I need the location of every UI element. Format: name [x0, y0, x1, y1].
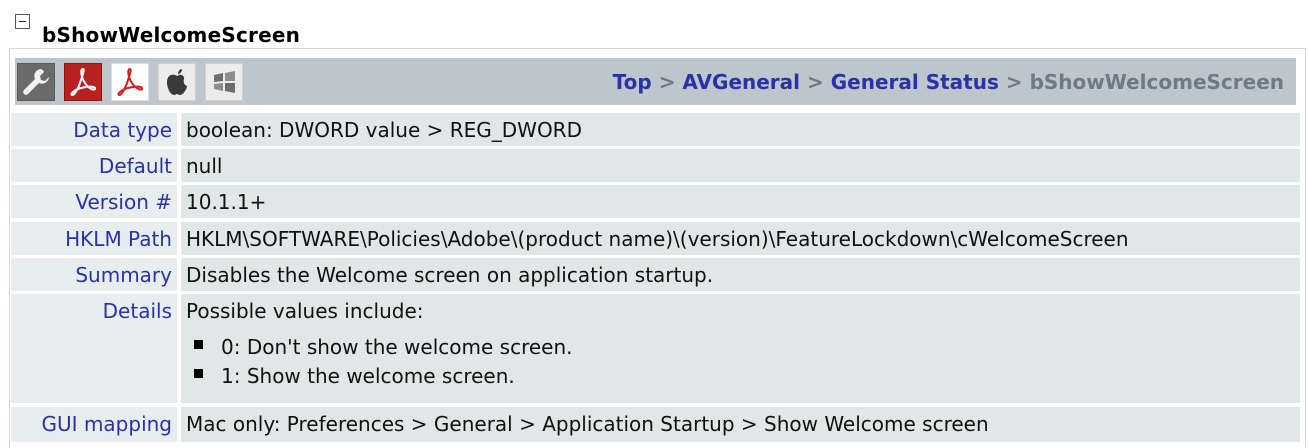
breadcrumb-current: bShowWelcomeScreen	[1029, 70, 1284, 94]
acrobat-icon[interactable]	[64, 63, 102, 101]
row-value: HKLM\SOFTWARE\Policies\Adobe\(product na…	[181, 222, 1300, 255]
row-value: Possible values include: 0: Don't show t…	[181, 294, 1300, 403]
row-value: Disables the Welcome screen on applicati…	[181, 258, 1300, 291]
row-value: 10.1.1+	[181, 185, 1300, 218]
row-gui-mapping: GUI mapping Mac only: Preferences > Gene…	[11, 407, 1300, 442]
row-hklm-path: HKLM Path HKLM\SOFTWARE\Policies\Adobe\(…	[11, 222, 1300, 255]
row-label: Default	[11, 149, 177, 182]
row-value: Mac only: Preferences > General > Applic…	[181, 407, 1300, 442]
breadcrumb-separator: >	[1005, 70, 1030, 94]
row-data-type: Data type boolean: DWORD value > REG_DWO…	[11, 113, 1300, 146]
row-label: GUI mapping	[11, 407, 177, 442]
toolbar: Top > AVGeneral > General Status > bShow…	[15, 58, 1296, 105]
wrench-icon[interactable]	[17, 63, 55, 101]
breadcrumb-separator: >	[658, 70, 683, 94]
reader-icon[interactable]	[111, 63, 149, 101]
row-value: boolean: DWORD value > REG_DWORD	[181, 113, 1300, 146]
breadcrumb: Top > AVGeneral > General Status > bShow…	[613, 70, 1284, 94]
row-version: Version # 10.1.1+	[11, 185, 1300, 218]
row-value: null	[181, 149, 1300, 182]
section-title: bShowWelcomeScreen	[42, 23, 301, 47]
apple-icon[interactable]	[158, 63, 196, 101]
row-summary: Summary Disables the Welcome screen on a…	[11, 258, 1300, 291]
row-label: Summary	[11, 258, 177, 291]
list-item: 1: Show the welcome screen.	[186, 362, 1300, 391]
collapse-toggle-icon[interactable]	[15, 14, 30, 29]
row-details: Details Possible values include: 0: Don'…	[11, 294, 1300, 403]
row-label: Details	[11, 294, 177, 403]
breadcrumb-avgeneral-link[interactable]: AVGeneral	[682, 70, 800, 94]
row-label: Version #	[11, 185, 177, 218]
row-default: Default null	[11, 149, 1300, 182]
breadcrumb-general-status-link[interactable]: General Status	[831, 70, 999, 94]
details-list: 0: Don't show the welcome screen. 1: Sho…	[186, 333, 1300, 391]
windows-icon[interactable]	[205, 63, 243, 101]
row-label: Data type	[11, 113, 177, 146]
details-intro: Possible values include:	[186, 299, 424, 323]
row-label: HKLM Path	[11, 222, 177, 255]
breadcrumb-separator: >	[807, 70, 831, 94]
list-item: 0: Don't show the welcome screen.	[186, 333, 1300, 362]
breadcrumb-top-link[interactable]: Top	[613, 70, 652, 94]
